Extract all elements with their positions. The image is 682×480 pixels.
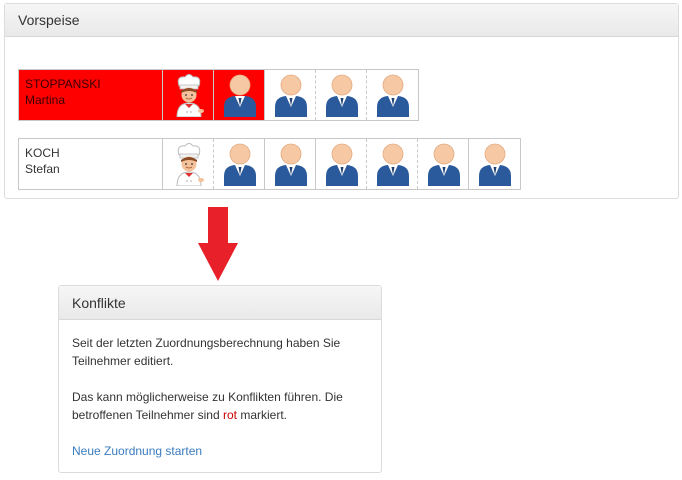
- konflikte-title: Konflikte: [59, 286, 381, 320]
- konflikte-panel: Konflikte Seit der letzten Zuordnungsber…: [58, 285, 382, 473]
- team-name-cell: STOPPANSKI Martina: [19, 70, 163, 120]
- guest-person-icon: [324, 73, 360, 117]
- guest-person-icon: [375, 73, 411, 117]
- guest-slot[interactable]: [418, 139, 469, 189]
- guest-person-icon: [222, 142, 258, 186]
- konflikte-body: Seit der letzten Zuordnungsberechnung ha…: [59, 320, 381, 460]
- guest-slot[interactable]: [214, 139, 265, 189]
- guest-slot[interactable]: [265, 70, 316, 120]
- team-row-stoppanski[interactable]: STOPPANSKI Martina: [18, 69, 419, 121]
- vorspeise-panel: Vorspeise STOPPANSKI Martina KOCH Stefan: [4, 3, 679, 199]
- guest-slot[interactable]: [367, 139, 418, 189]
- guest-slot[interactable]: [214, 70, 265, 120]
- guest-person-icon: [273, 73, 309, 117]
- guest-slot[interactable]: [316, 139, 367, 189]
- down-arrow-icon: [198, 207, 238, 281]
- new-assignment-link[interactable]: Neue Zuordnung starten: [72, 442, 202, 460]
- chef-icon: [171, 142, 207, 186]
- host-chef-slot: [163, 70, 214, 120]
- chef-icon: [171, 73, 207, 117]
- guest-slot[interactable]: [316, 70, 367, 120]
- guest-slot[interactable]: [367, 70, 418, 120]
- team-surname: KOCH: [25, 146, 60, 160]
- konflikte-text: Das kann möglicherweise zu Konflikten fü…: [72, 390, 343, 422]
- team-firstname: Stefan: [25, 162, 60, 176]
- konflikte-text: markiert.: [237, 408, 288, 422]
- guest-person-icon: [375, 142, 411, 186]
- konflikte-paragraph-2: Das kann möglicherweise zu Konflikten fü…: [72, 388, 367, 424]
- team-firstname: Martina: [25, 93, 66, 107]
- team-surname: STOPPANSKI: [25, 77, 101, 91]
- red-highlight-word: rot: [223, 408, 238, 422]
- host-chef-slot: [163, 139, 214, 189]
- team-row-koch[interactable]: KOCH Stefan: [18, 138, 521, 190]
- guest-person-icon: [324, 142, 360, 186]
- guest-person-icon: [273, 142, 309, 186]
- guest-person-icon: [222, 73, 258, 117]
- vorspeise-title: Vorspeise: [5, 4, 678, 37]
- guest-person-icon: [477, 142, 513, 186]
- konflikte-paragraph-1: Seit der letzten Zuordnungsberechnung ha…: [72, 336, 341, 368]
- guest-slot[interactable]: [265, 139, 316, 189]
- team-name-cell: KOCH Stefan: [19, 139, 163, 189]
- guest-person-icon: [426, 142, 462, 186]
- guest-slot[interactable]: [469, 139, 520, 189]
